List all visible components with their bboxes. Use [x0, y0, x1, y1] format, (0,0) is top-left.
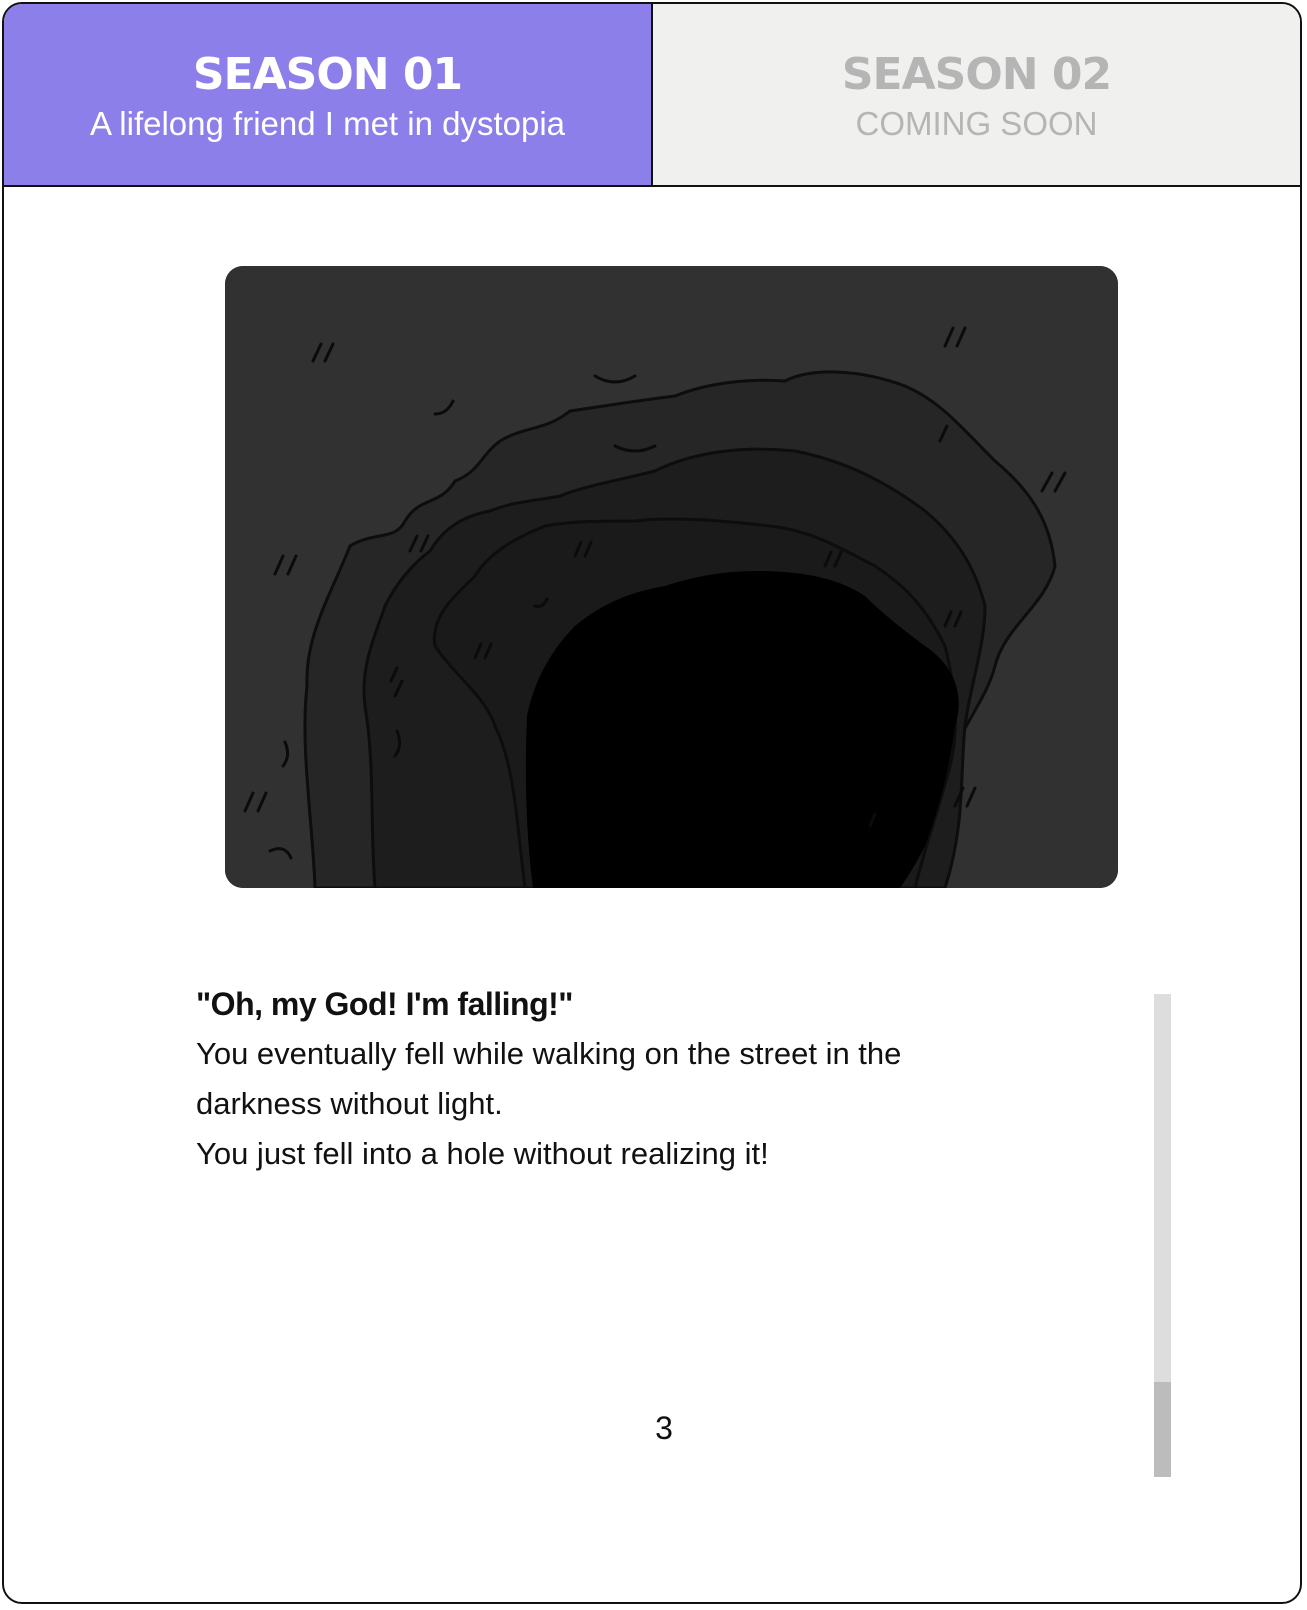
tab-season-02[interactable]: SEASON 02 COMING SOON: [653, 4, 1300, 185]
tab-subtitle-coming-soon: COMING SOON: [855, 104, 1098, 142]
season-tabs: SEASON 01 A lifelong friend I met in dys…: [4, 4, 1300, 187]
tab-subtitle: A lifelong friend I met in dystopia: [89, 104, 566, 142]
tab-title: SEASON 01: [192, 48, 463, 100]
tab-title: SEASON 02: [841, 48, 1112, 100]
page-number: 3: [655, 1410, 673, 1446]
story-card: SEASON 01 A lifelong friend I met in dys…: [2, 2, 1302, 1604]
story-text: "Oh, my God! I'm falling!" You eventuall…: [196, 979, 1016, 1179]
hole-illustration: [225, 266, 1118, 888]
scrollbar[interactable]: [1154, 994, 1171, 1477]
story-line: darkness without light.: [196, 1086, 503, 1121]
hole-drawing: [225, 266, 1118, 888]
story-quote: "Oh, my God! I'm falling!": [196, 986, 573, 1022]
scrollbar-thumb[interactable]: [1154, 1382, 1171, 1477]
tab-season-01[interactable]: SEASON 01 A lifelong friend I met in dys…: [4, 4, 653, 185]
story-line: You just fell into a hole without realiz…: [196, 1136, 769, 1171]
story-line: You eventually fell while walking on the…: [196, 1036, 902, 1071]
